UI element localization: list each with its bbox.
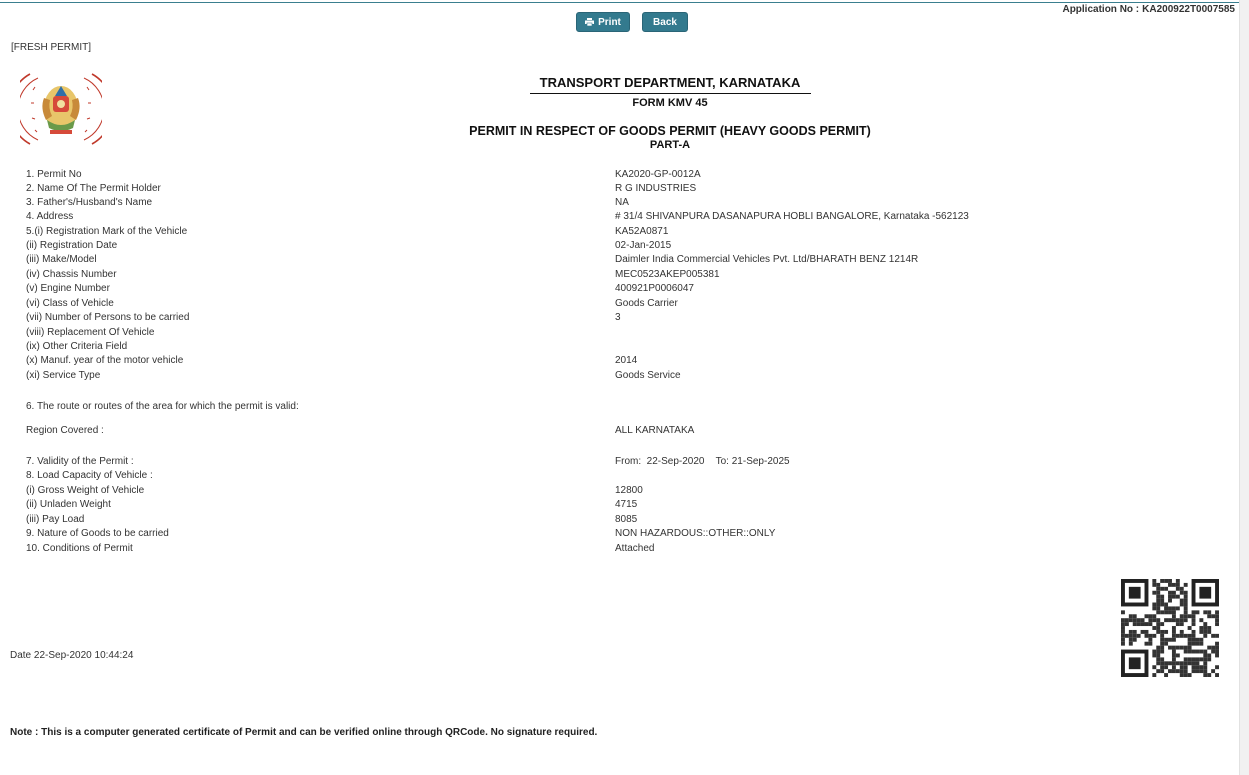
- scrollbar[interactable]: [1239, 0, 1249, 775]
- field-row: (x) Manuf. year of the motor vehicle 2014: [26, 355, 1226, 367]
- field-value: KA2020-GP-0012A: [615, 169, 701, 180]
- load-label: (i) Gross Weight of Vehicle: [26, 485, 145, 496]
- field-label: (vii) Number of Persons to be carried: [26, 312, 190, 323]
- field-row: (iii) Make/Model Daimler India Commercial…: [26, 254, 1226, 266]
- load-label: (ii) Unladen Weight: [26, 499, 111, 510]
- load-row: 10. Conditions of Permit Attached: [26, 543, 1226, 555]
- field-label: 5.(i) Registration Mark of the Vehicle: [26, 226, 188, 237]
- to-date: 21-Sep-2025: [731, 456, 790, 467]
- field-value: Goods Service: [615, 370, 681, 381]
- field-value: Goods Carrier: [615, 298, 678, 309]
- back-button[interactable]: Back: [642, 12, 688, 32]
- validity-label: 7. Validity of the Permit :: [26, 456, 134, 467]
- validity-value: From: 22-Sep-2020 To: 21-Sep-2025: [615, 456, 790, 468]
- field-label: (viii) Replacement Of Vehicle: [26, 327, 155, 338]
- fresh-permit-tag: [FRESH PERMIT]: [11, 42, 92, 53]
- application-number: Application No : KA200922T0007585: [1059, 4, 1235, 15]
- load-label: 10. Conditions of Permit: [26, 543, 133, 554]
- field-label: (xi) Service Type: [26, 370, 101, 381]
- print-button[interactable]: Print: [576, 12, 630, 32]
- field-row: (viii) Replacement Of Vehicle: [26, 327, 1226, 339]
- load-value: Attached: [615, 543, 655, 554]
- load-value: NON HAZARDOUS::OTHER::ONLY: [615, 528, 776, 539]
- load-value: 4715: [615, 499, 638, 510]
- field-value: # 31/4 SHIVANPURA DASANAPURA HOBLI BANGA…: [615, 211, 969, 222]
- from-date: 22-Sep-2020: [646, 456, 705, 467]
- field-row: (ii) Registration Date 02-Jan-2015: [26, 240, 1226, 252]
- field-row: (ix) Other Criteria Field: [26, 341, 1226, 353]
- load-label: 8. Load Capacity of Vehicle :: [26, 470, 153, 481]
- field-label: 2. Name Of The Permit Holder: [26, 183, 161, 194]
- field-value: Daimler India Commercial Vehicles Pvt. L…: [615, 254, 919, 265]
- application-label: Application No :: [1062, 4, 1140, 15]
- load-row: (iii) Pay Load 8085: [26, 514, 1226, 526]
- department-title: TRANSPORT DEPARTMENT, KARNATAKA: [539, 75, 801, 90]
- field-value: MEC0523AKEP005381: [615, 269, 720, 280]
- load-row: 9. Nature of Goods to be carried NON HAZA…: [26, 528, 1226, 540]
- title-underline: [530, 93, 811, 94]
- field-value: 400921P0006047: [615, 283, 694, 294]
- from-label: From:: [615, 456, 642, 467]
- field-value: R G INDUSTRIES: [615, 183, 697, 194]
- load-row: (i) Gross Weight of Vehicle 12800: [26, 485, 1226, 497]
- load-label: (iii) Pay Load: [26, 514, 85, 525]
- field-row: 3. Father's/Husband's Name NA: [26, 197, 1226, 209]
- form-number: FORM KMV 45: [632, 97, 708, 109]
- top-divider: [0, 2, 1240, 3]
- field-value: 02-Jan-2015: [615, 240, 672, 251]
- qr-code: [1121, 579, 1219, 677]
- print-label: Print: [598, 16, 621, 28]
- load-value: 8085: [615, 514, 638, 525]
- field-row: (vi) Class of Vehicle Goods Carrier: [26, 298, 1226, 310]
- field-row: (iv) Chassis Number MEC0523AKEP005381: [26, 269, 1226, 281]
- field-label: 3. Father's/Husband's Name: [26, 197, 153, 208]
- field-label: (vi) Class of Vehicle: [26, 298, 114, 309]
- region-row: Region Covered : ALL KARNATAKA: [26, 425, 1226, 437]
- permit-title: PERMIT IN RESPECT OF GOODS PERMIT (HEAVY…: [469, 124, 871, 138]
- field-value: 2014: [615, 355, 638, 366]
- part-heading: PART-A: [649, 139, 691, 151]
- field-value: 3: [615, 312, 621, 323]
- verification-note: Note : This is a computer generated cert…: [10, 727, 598, 738]
- field-row: 2. Name Of The Permit Holder R G INDUSTRI…: [26, 183, 1226, 195]
- field-row: (vii) Number of Persons to be carried 3: [26, 312, 1226, 324]
- validity-row: 7. Validity of the Permit : From: 22-Sep…: [26, 456, 1226, 468]
- application-value: KA200922T0007585: [1142, 4, 1235, 15]
- field-row: 1. Permit No KA2020-GP-0012A: [26, 169, 1226, 181]
- field-value: NA: [615, 197, 629, 208]
- route-row: 6. The route or routes of the area for w…: [26, 401, 1226, 413]
- load-row: 8. Load Capacity of Vehicle :: [26, 470, 1226, 482]
- field-label: (iii) Make/Model: [26, 254, 97, 265]
- load-label: 9. Nature of Goods to be carried: [26, 528, 169, 539]
- load-value: 12800: [615, 485, 643, 496]
- field-label: 4. Address: [26, 211, 74, 222]
- field-label: (x) Manuf. year of the motor vehicle: [26, 355, 184, 366]
- field-row: (v) Engine Number 400921P0006047: [26, 283, 1226, 295]
- field-label: 1. Permit No: [26, 169, 82, 180]
- field-row: 4. Address # 31/4 SHIVANPURA DASANAPURA H…: [26, 211, 1226, 223]
- field-row: 5.(i) Registration Mark of the Vehicle KA…: [26, 226, 1226, 238]
- region-value: ALL KARNATAKA: [615, 425, 695, 436]
- field-label: (ii) Registration Date: [26, 240, 118, 251]
- back-label: Back: [653, 16, 677, 28]
- field-value: KA52A0871: [615, 226, 669, 237]
- route-label: 6. The route or routes of the area for w…: [26, 401, 299, 412]
- field-label: (v) Engine Number: [26, 283, 110, 294]
- field-label: (iv) Chassis Number: [26, 269, 117, 280]
- issue-date: Date 22-Sep-2020 10:44:24: [10, 650, 134, 661]
- printer-icon: [585, 18, 595, 26]
- field-label: (ix) Other Criteria Field: [26, 341, 128, 352]
- load-row: (ii) Unladen Weight 4715: [26, 499, 1226, 511]
- region-label: Region Covered :: [26, 425, 104, 436]
- to-label: To:: [715, 456, 729, 467]
- field-row: (xi) Service Type Goods Service: [26, 370, 1226, 382]
- state-emblem: [20, 73, 102, 145]
